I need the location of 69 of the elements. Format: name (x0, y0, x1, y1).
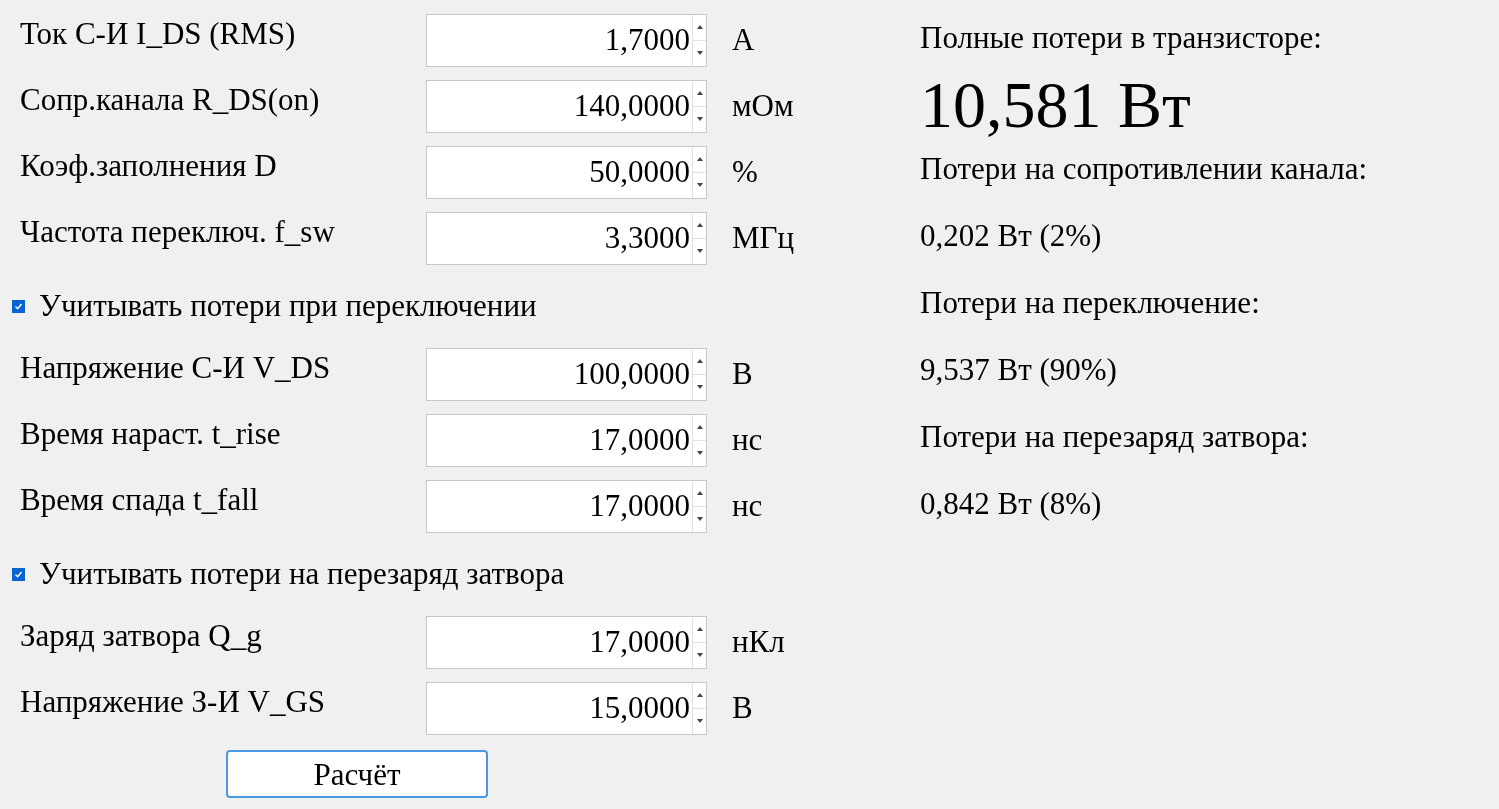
up-arrow-icon (696, 359, 703, 363)
spin-buttons[interactable] (692, 348, 706, 400)
field-label: Напряжение С-И V_DS (19, 348, 332, 387)
result-label: Потери на перезаряд затвора: (920, 418, 1310, 457)
number-input[interactable]: 140,0000 (426, 79, 707, 133)
down-arrow-icon (696, 451, 703, 455)
spin-buttons[interactable] (692, 212, 706, 264)
down-arrow-icon (696, 117, 703, 121)
spin-buttons[interactable] (692, 14, 706, 66)
unit-label: А (732, 20, 755, 59)
checkbox-label: Учитывать потери при переключении (39, 286, 537, 325)
number-input[interactable]: 17,0000 (426, 479, 707, 533)
unit-label: МГц (732, 218, 795, 257)
number-input[interactable]: 50,0000 (426, 145, 707, 199)
down-arrow-icon (696, 51, 703, 55)
down-arrow-icon (696, 517, 703, 521)
unit-label: нс (732, 486, 763, 525)
down-arrow-icon (696, 653, 703, 657)
up-arrow-icon (696, 627, 703, 631)
result-value: 9,537 Вт (90%) (920, 351, 1118, 390)
number-input[interactable]: 15,0000 (426, 681, 707, 735)
number-input[interactable]: 17,0000 (426, 615, 707, 669)
number-input[interactable]: 3,3000 (426, 211, 707, 265)
field-label: Ток С-И I_DS (RMS) (19, 14, 297, 53)
number-input[interactable]: 1,7000 (426, 13, 707, 67)
number-input[interactable]: 100,0000 (426, 347, 707, 401)
spin-buttons[interactable] (692, 146, 706, 198)
checkbox[interactable] (12, 299, 25, 313)
field-label: Коэф.заполнения D (19, 146, 278, 185)
up-arrow-icon (696, 491, 703, 495)
field-label: Напряжение З-И V_GS (19, 682, 327, 721)
field-label: Заряд затвора Q_g (19, 616, 263, 655)
number-input[interactable]: 17,0000 (426, 413, 707, 467)
result-value: 0,202 Вт (2%) (920, 217, 1103, 256)
down-arrow-icon (696, 385, 703, 389)
unit-label: В (732, 688, 753, 727)
field-label: Время нараст. t_rise (19, 414, 282, 453)
up-arrow-icon (696, 693, 703, 697)
down-arrow-icon (696, 183, 703, 187)
spin-buttons[interactable] (692, 480, 706, 532)
down-arrow-icon (696, 719, 703, 723)
unit-label: нКл (732, 622, 785, 661)
result-label: Потери на переключение: (920, 284, 1261, 323)
check-icon (14, 301, 23, 311)
checkbox[interactable] (12, 567, 25, 581)
result-label: Полные потери в транзисторе: (920, 19, 1323, 58)
field-label: Сопр.канала R_DS(on) (19, 80, 321, 119)
up-arrow-icon (696, 91, 703, 95)
result-value: 0,842 Вт (8%) (920, 485, 1103, 524)
unit-label: В (732, 354, 753, 393)
calculate-button[interactable]: Расчёт (226, 750, 488, 798)
up-arrow-icon (696, 223, 703, 227)
field-label: Время спада t_fall (19, 480, 260, 519)
up-arrow-icon (696, 157, 703, 161)
unit-label: мОм (732, 86, 794, 125)
total-loss-value: 10,581 Вт (920, 72, 1192, 136)
spin-buttons[interactable] (692, 682, 706, 734)
up-arrow-icon (696, 425, 703, 429)
spin-buttons[interactable] (692, 414, 706, 466)
up-arrow-icon (696, 25, 703, 29)
spin-buttons[interactable] (692, 616, 706, 668)
check-icon (14, 569, 23, 579)
unit-label: нс (732, 420, 763, 459)
result-label: Потери на сопротивлении канала: (920, 150, 1368, 189)
down-arrow-icon (696, 249, 703, 253)
unit-label: % (732, 152, 758, 191)
checkbox-label: Учитывать потери на перезаряд затвора (39, 554, 565, 593)
spin-buttons[interactable] (692, 80, 706, 132)
field-label: Частота переключ. f_sw (19, 212, 336, 251)
